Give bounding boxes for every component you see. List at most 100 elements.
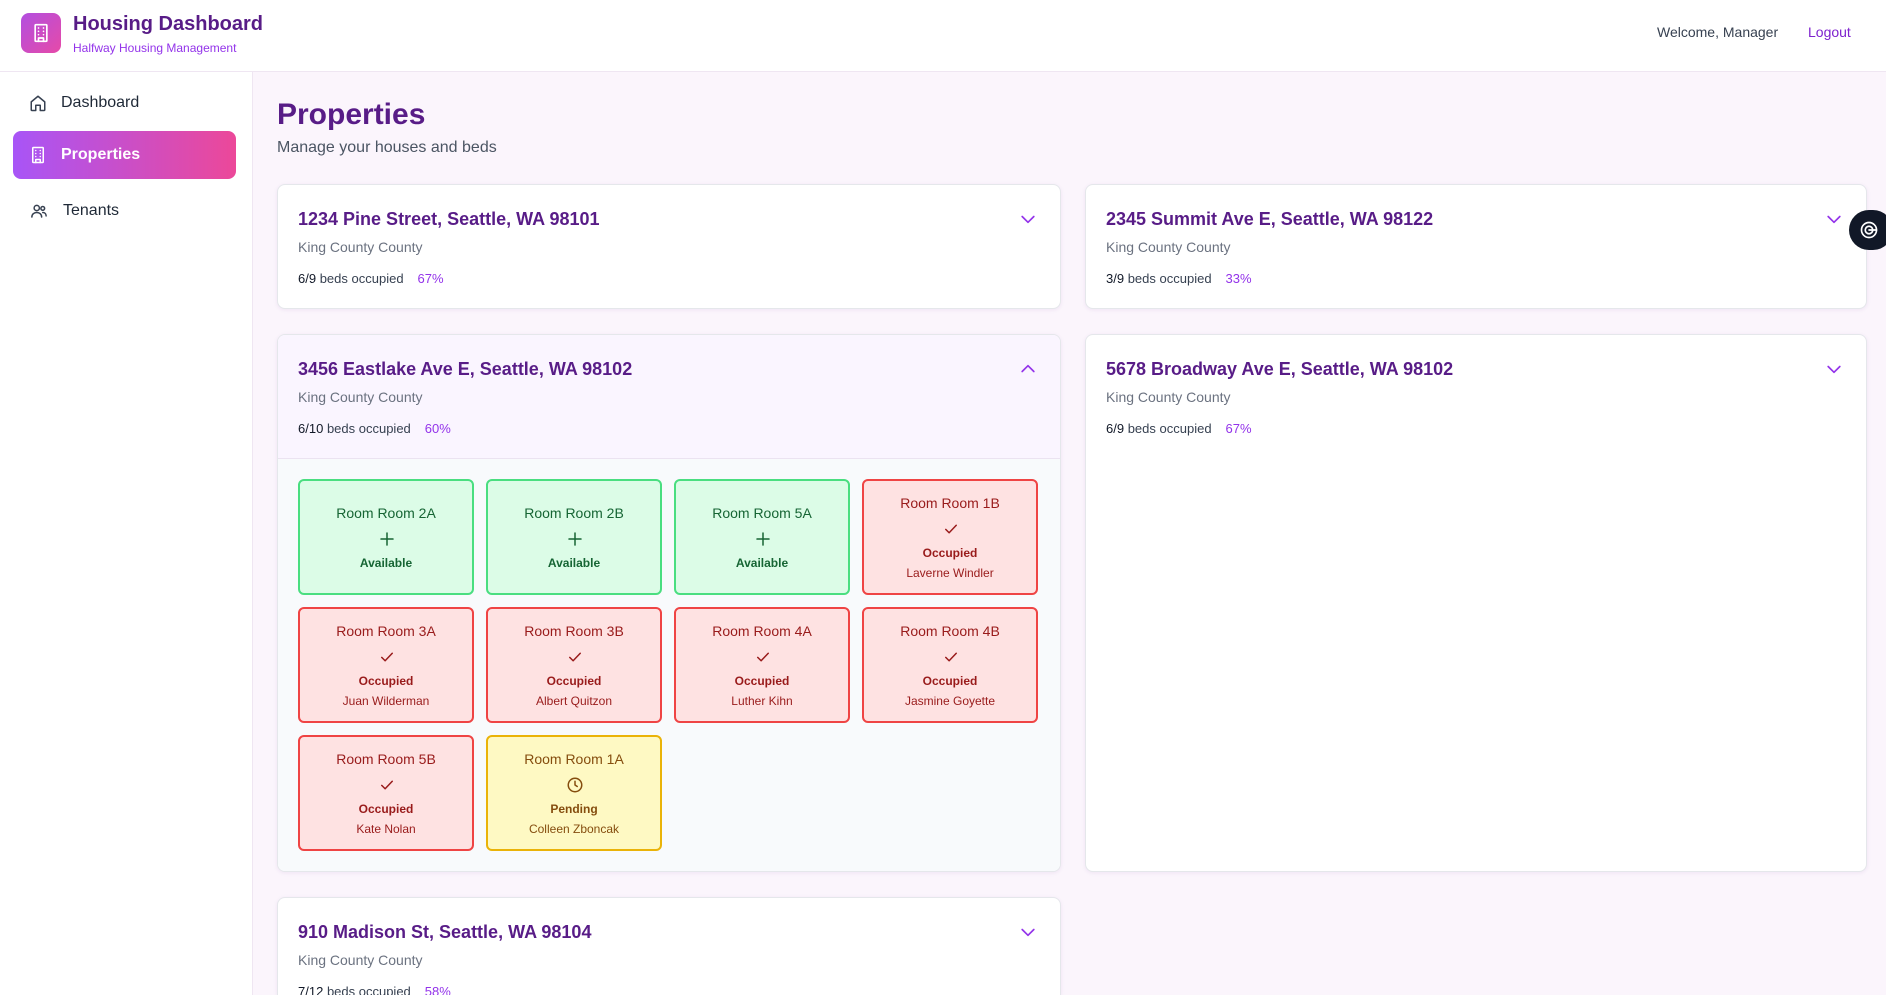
rooms-grid: Room Room 2A Available Room Room 2B Avai… [278, 459, 1060, 871]
room-name: Room Room 4B [900, 623, 1000, 639]
chevron-down-icon[interactable] [1824, 209, 1844, 229]
check-icon [381, 780, 393, 790]
property-card-header[interactable]: 910 Madison St, Seattle, WA 98104 King C… [278, 898, 1060, 995]
property-county: King County County [298, 389, 423, 405]
room-tile[interactable]: Room Room 3A Occupied Juan Wilderman [298, 607, 474, 723]
room-status: Occupied [358, 802, 414, 816]
room-tenant: Kate Nolan [356, 822, 416, 836]
property-address: 910 Madison St, Seattle, WA 98104 [298, 922, 592, 942]
plus-icon [756, 532, 770, 546]
room-status: Occupied [922, 546, 978, 560]
check-icon [381, 652, 393, 662]
check-icon [945, 652, 957, 662]
room-tile[interactable]: Room Room 1B Occupied Laverne Windler [862, 479, 1038, 595]
room-name: Room Room 2A [336, 505, 436, 521]
sidebar-item-tenants[interactable]: Tenants [13, 187, 236, 235]
target-icon [1860, 221, 1878, 239]
chevron-up-icon[interactable] [1018, 359, 1038, 379]
chevron-down-icon[interactable] [1018, 922, 1038, 942]
property-card-header[interactable]: 2345 Summit Ave E, Seattle, WA 98122 Kin… [1086, 185, 1866, 308]
property-card-expanded: 3456 Eastlake Ave E, Seattle, WA 98102 K… [277, 334, 1061, 872]
app-title: Housing Dashboard [73, 13, 264, 35]
property-address: 5678 Broadway Ave E, Seattle, WA 98102 [1106, 359, 1454, 379]
page-subtitle: Manage your houses and beds [277, 139, 497, 156]
property-card: 5678 Broadway Ave E, Seattle, WA 98102 K… [1085, 334, 1867, 872]
room-tile[interactable]: Room Room 4B Occupied Jasmine Goyette [862, 607, 1038, 723]
occupancy-percent: 60% [424, 421, 451, 436]
property-card: 2345 Summit Ave E, Seattle, WA 98122 Kin… [1085, 184, 1867, 309]
room-name: Room Room 5B [336, 751, 436, 767]
plus-icon [568, 532, 582, 546]
room-tile[interactable]: Room Room 2A Available [298, 479, 474, 595]
property-county: King County County [298, 952, 423, 968]
room-tile[interactable]: Room Room 2B Available [486, 479, 662, 595]
sidebar-item-label: Dashboard [61, 94, 140, 111]
room-name: Room Room 5A [712, 505, 812, 521]
sidebar: Dashboard Properties Tenants [0, 72, 253, 995]
property-card: 1234 Pine Street, Seattle, WA 98101 King… [277, 184, 1061, 309]
sidebar-item-label: Properties [61, 146, 141, 163]
chevron-down-icon[interactable] [1824, 359, 1844, 379]
page-title: Properties [277, 98, 426, 131]
property-card-header[interactable]: 3456 Eastlake Ave E, Seattle, WA 98102 K… [278, 335, 1060, 459]
room-tile[interactable]: Room Room 3B Occupied Albert Quitzon [486, 607, 662, 723]
occupancy-percent: 67% [1225, 421, 1252, 436]
room-status: Occupied [734, 674, 790, 688]
room-status: Occupied [922, 674, 978, 688]
room-tenant: Luther Kihn [731, 694, 793, 708]
room-status: Available [735, 556, 789, 570]
occupancy-percent: 67% [417, 271, 444, 286]
room-status: Available [547, 556, 601, 570]
users-icon [31, 204, 47, 218]
check-icon [945, 524, 957, 534]
room-status: Available [359, 556, 413, 570]
check-icon [757, 652, 769, 662]
property-card: 910 Madison St, Seattle, WA 98104 King C… [277, 897, 1061, 995]
chevron-down-icon[interactable] [1018, 209, 1038, 229]
property-card-header[interactable]: 5678 Broadway Ave E, Seattle, WA 98102 K… [1086, 335, 1866, 459]
room-tile[interactable]: Room Room 5B Occupied Kate Nolan [298, 735, 474, 851]
beds-occupied: 3/9 beds occupied 33% [1106, 271, 1252, 286]
building-icon [34, 23, 48, 43]
room-tenant: Albert Quitzon [535, 694, 613, 708]
property-address: 2345 Summit Ave E, Seattle, WA 98122 [1106, 209, 1434, 229]
app-subtitle: Halfway Housing Management [73, 41, 237, 55]
clock-icon [567, 777, 583, 793]
room-tile[interactable]: Room Room 1A Pending Colleen Zboncak [486, 735, 662, 851]
logout-link[interactable]: Logout [1808, 24, 1851, 40]
property-address: 3456 Eastlake Ave E, Seattle, WA 98102 [298, 359, 633, 379]
room-status: Pending [550, 802, 598, 816]
sidebar-item-dashboard[interactable]: Dashboard [13, 79, 236, 127]
room-name: Room Room 2B [524, 505, 624, 521]
room-name: Room Room 1B [900, 495, 1000, 511]
property-county: King County County [1106, 239, 1231, 255]
sidebar-item-properties[interactable]: Properties [13, 131, 236, 179]
beds-occupied: 6/10 beds occupied 60% [298, 421, 451, 436]
room-tile[interactable]: Room Room 5A Available [674, 479, 850, 595]
app-logo[interactable] [21, 13, 61, 53]
room-status: Occupied [358, 674, 414, 688]
room-name: Room Room 4A [712, 623, 812, 639]
room-tenant: Colleen Zboncak [528, 822, 620, 836]
plus-icon [380, 532, 394, 546]
room-tenant: Laverne Windler [906, 566, 994, 580]
room-name: Room Room 1A [524, 751, 624, 767]
beds-occupied: 6/9 beds occupied 67% [298, 271, 444, 286]
room-name: Room Room 3B [524, 623, 624, 639]
room-tenant: Jasmine Goyette [904, 694, 996, 708]
floating-assistant-button[interactable] [1849, 210, 1886, 250]
property-address: 1234 Pine Street, Seattle, WA 98101 [298, 209, 600, 229]
top-bar: Housing Dashboard Halfway Housing Manage… [0, 0, 1886, 72]
property-county: King County County [298, 239, 423, 255]
property-county: King County County [1106, 389, 1231, 405]
building-icon [32, 146, 44, 164]
beds-occupied: 6/9 beds occupied 67% [1106, 421, 1252, 436]
room-tenant: Juan Wilderman [342, 694, 430, 708]
room-status: Occupied [546, 674, 602, 688]
room-tile[interactable]: Room Room 4A Occupied Luther Kihn [674, 607, 850, 723]
property-card-header[interactable]: 1234 Pine Street, Seattle, WA 98101 King… [278, 185, 1060, 308]
occupancy-percent: 58% [424, 984, 451, 995]
occupancy-percent: 33% [1225, 271, 1252, 286]
beds-occupied: 7/12 beds occupied 58% [298, 984, 451, 995]
welcome-text: Welcome, Manager [1657, 24, 1779, 40]
